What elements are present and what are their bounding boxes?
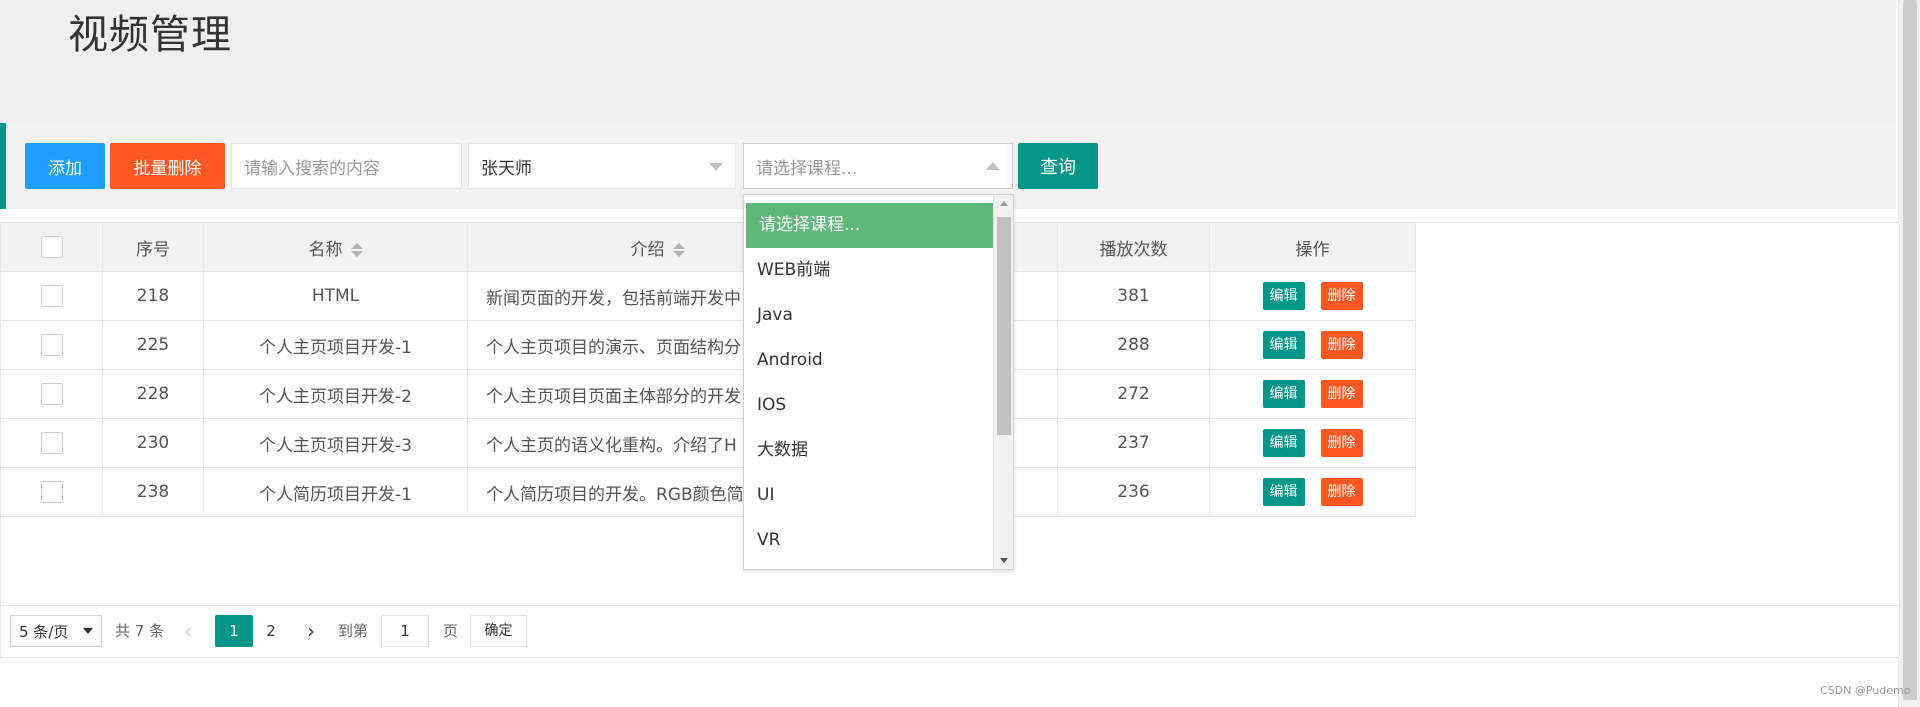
cell-id: 238 [102,467,204,517]
select-all-checkbox[interactable] [40,236,63,258]
row-checkbox-cell [0,369,103,419]
dropdown-option[interactable]: 请选择课程... [746,203,994,248]
cell-actions: 编辑 删除 [1209,271,1416,321]
table-row: 218 HTML 新闻页面的开发，包括前端开发中 600 381 编辑删除 [0,271,1416,321]
page-scrollbar[interactable] [1898,0,1920,707]
column-header-plays: 播放次数 [1057,222,1210,272]
dropdown-option[interactable]: Java [744,293,992,338]
cell-plays: 236 [1057,467,1210,517]
chevron-down-icon [83,628,93,634]
scroll-down-icon[interactable] [1000,558,1008,563]
goto-label: 到第 [338,622,369,640]
page-header [0,0,1896,123]
edit-button[interactable]: 编辑 [1262,478,1305,506]
goto-page-input[interactable]: 1 [381,615,429,647]
chevron-up-icon [986,162,1000,170]
dropdown-option[interactable]: IOS [744,383,992,428]
edit-button[interactable]: 编辑 [1262,331,1305,359]
column-header-actions: 操作 [1209,222,1416,272]
total-count: 共 7 条 [115,622,165,640]
cell-actions: 编辑 删除 [1209,418,1416,468]
dropdown-option[interactable]: VR [744,518,992,563]
cell-plays: 237 [1057,418,1210,468]
scroll-up-icon[interactable] [1000,201,1008,206]
cell-name: HTML [203,271,468,321]
cell-name: 个人主页项目开发-3 [203,418,468,468]
table-header-row: 序号 名称 介绍 时长 播放次数 操作 [0,222,1416,272]
batch-delete-button[interactable]: 批量删除 [110,143,225,189]
row-checkbox[interactable] [40,334,63,356]
chevron-down-icon [709,163,723,171]
cell-plays: 288 [1057,320,1210,370]
cell-plays: 272 [1057,369,1210,419]
row-checkbox-cell [0,271,103,321]
cell-name: 个人主页项目开发-1 [203,320,468,370]
teacher-select-value: 张天师 [481,158,532,179]
delete-button[interactable]: 删除 [1320,380,1363,408]
table-row: 228 个人主页项目开发-2 个人主页项目页面主体部分的开发 1699 272 … [0,369,1416,419]
sort-icon[interactable] [350,242,363,258]
prev-page-button[interactable]: ‹ [184,615,192,647]
cell-id: 228 [102,369,204,419]
delete-button[interactable]: 删除 [1320,331,1363,359]
column-header-name-label: 名称 [308,239,343,260]
page-button-1[interactable]: 1 [215,615,253,647]
delete-button[interactable]: 删除 [1320,429,1363,457]
row-checkbox-cell [0,320,103,370]
scrollbar-thumb[interactable] [1903,0,1917,700]
sort-icon[interactable] [672,242,685,258]
add-button[interactable]: 添加 [25,143,105,189]
row-checkbox[interactable] [40,285,63,307]
page-title: 视频管理 [68,12,232,58]
dropdown-option[interactable]: UI [744,473,992,518]
edit-button[interactable]: 编辑 [1262,429,1305,457]
search-input[interactable]: 请输入搜索的内容 [231,143,462,189]
table-row: 238 个人简历项目开发-1 个人简历项目的开发。RGB颜色简 2112 236… [0,467,1416,517]
course-select-placeholder: 请选择课程... [756,158,858,179]
select-all-cell [0,222,103,272]
dropdown-option[interactable]: WEB前端 [744,248,992,293]
course-select[interactable]: 请选择课程... [743,143,1013,189]
row-checkbox-cell [0,418,103,468]
cell-name: 个人主页项目开发-2 [203,369,468,419]
row-checkbox-cell [0,467,103,517]
delete-button[interactable]: 删除 [1320,478,1363,506]
next-page-button[interactable]: › [307,615,315,647]
cell-id: 218 [102,271,204,321]
course-dropdown: 请选择课程... WEB前端 Java Android IOS 大数据 UI V… [743,194,1014,570]
column-header-intro-label: 介绍 [630,239,665,260]
dropdown-scrollbar[interactable] [993,195,1013,569]
cell-id: 230 [102,418,204,468]
cell-plays: 381 [1057,271,1210,321]
column-header-id: 序号 [102,222,204,272]
cell-actions: 编辑 删除 [1209,369,1416,419]
goto-confirm-button[interactable]: 确定 [470,615,527,647]
pagination-divider [0,605,1900,606]
watermark: CSDN @Pudemo [1820,684,1911,697]
toolbar-accent-bar [0,123,6,209]
row-checkbox[interactable] [40,383,63,405]
column-header-name[interactable]: 名称 [203,222,468,272]
dropdown-option[interactable]: 大数据 [744,428,992,473]
dropdown-option[interactable]: Android [744,338,992,383]
cell-actions: 编辑 删除 [1209,467,1416,517]
dropdown-scroll-thumb[interactable] [997,217,1011,435]
video-table: 序号 名称 介绍 时长 播放次数 操作 218 HTML 新闻页面的开发，包括前… [0,222,1416,517]
row-checkbox[interactable] [40,432,63,454]
row-checkbox[interactable] [40,481,63,503]
cell-name: 个人简历项目开发-1 [203,467,468,517]
page-size-select[interactable]: 5 条/页 [10,615,102,647]
table-row: 230 个人主页项目开发-3 个人主页的语义化重构。介绍了H 409 237 编… [0,418,1416,468]
teacher-select[interactable]: 张天师 [468,143,736,189]
edit-button[interactable]: 编辑 [1262,380,1305,408]
page-size-value: 5 条/页 [19,622,69,641]
table-row: 225 个人主页项目开发-1 个人主页项目的演示、页面结构分 1692 288 … [0,320,1416,370]
edit-button[interactable]: 编辑 [1262,282,1305,310]
cell-actions: 编辑 删除 [1209,320,1416,370]
page-button-2[interactable]: 2 [252,615,290,647]
query-button[interactable]: 查询 [1018,143,1098,189]
cell-id: 225 [102,320,204,370]
page-unit-label: 页 [443,622,459,640]
delete-button[interactable]: 删除 [1320,282,1363,310]
